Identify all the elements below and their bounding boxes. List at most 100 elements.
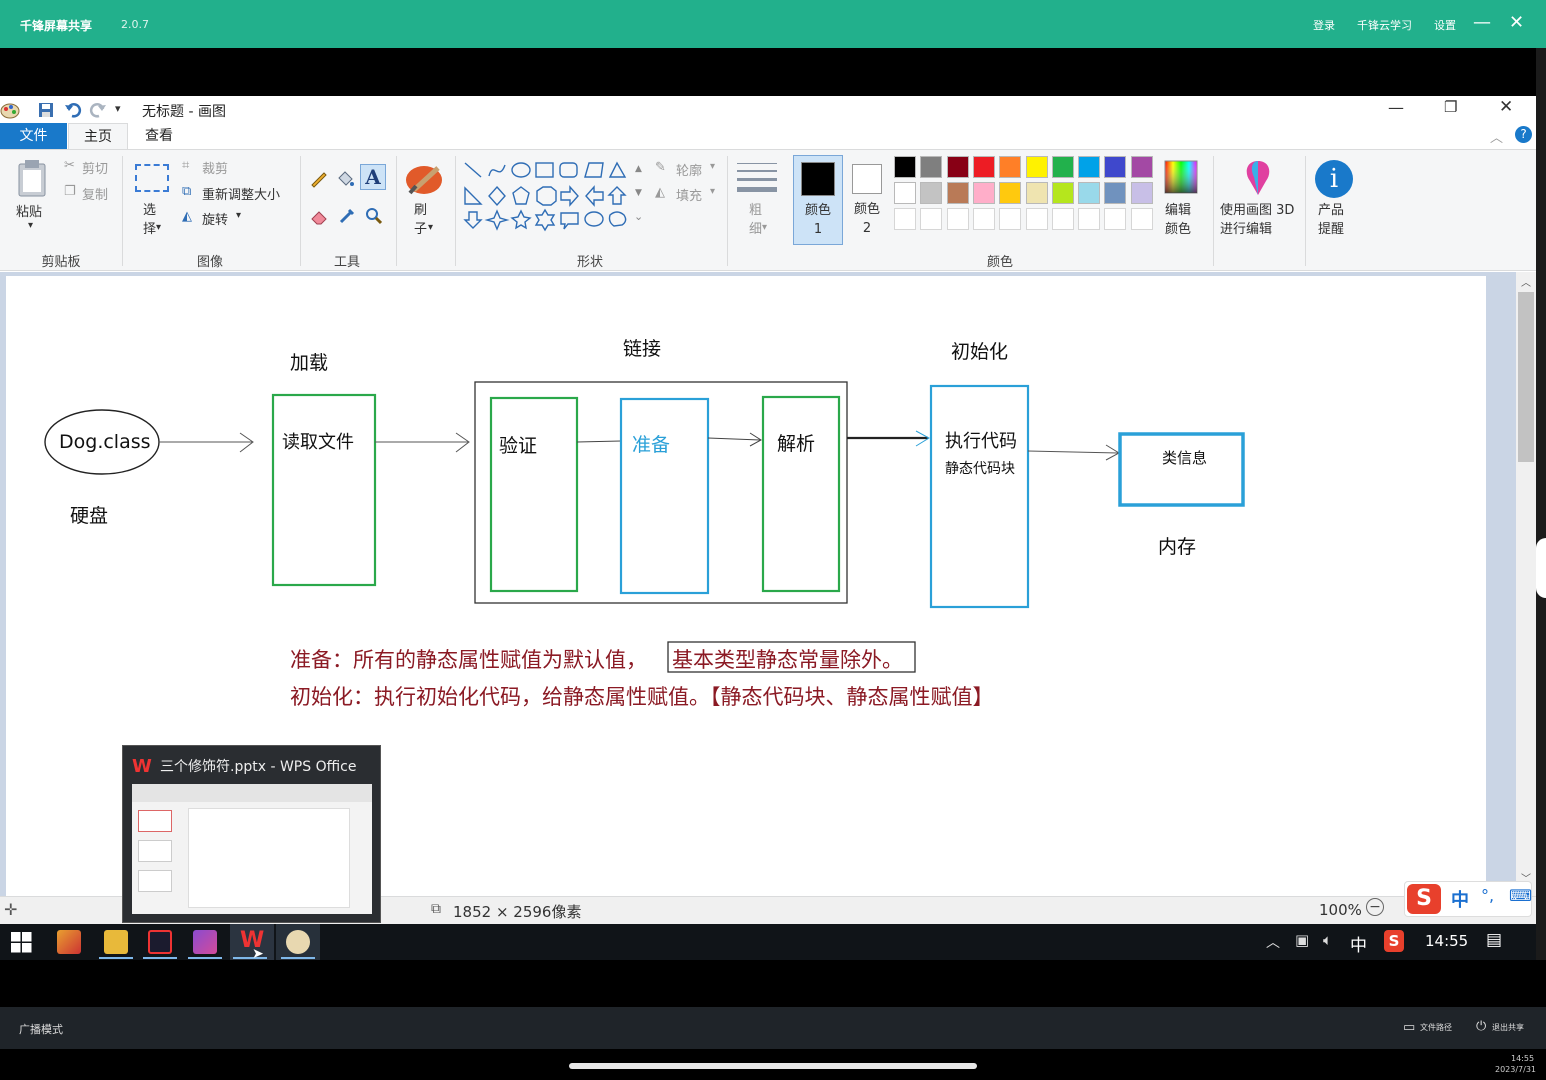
wps-preview-thumbnail[interactable]: W 三个修饰符.pptx - WPS Office — [122, 745, 381, 923]
color-swatch[interactable] — [946, 156, 969, 178]
side-panel-handle[interactable] — [1536, 538, 1546, 598]
pencil-icon[interactable] — [309, 168, 329, 188]
text-tool-icon[interactable]: A — [360, 164, 386, 190]
share-close-button[interactable]: ✕ — [1509, 12, 1524, 34]
brushes-icon[interactable] — [404, 160, 444, 196]
color-swatch[interactable] — [972, 156, 995, 178]
volume-icon[interactable]: 🔈︎ — [1323, 931, 1332, 949]
color-swatch[interactable] — [999, 208, 1022, 230]
color-swatch[interactable] — [972, 208, 995, 230]
copy-label[interactable]: 复制 — [82, 184, 108, 203]
size-icon[interactable] — [737, 162, 777, 194]
customize-qat-icon[interactable]: ▾ — [115, 102, 121, 115]
home-indicator[interactable] — [569, 1063, 977, 1069]
edit-colors-label[interactable]: 编辑颜色 — [1165, 201, 1197, 239]
color-swatch[interactable] — [946, 182, 969, 204]
ime-mode-label[interactable]: 中 — [1451, 886, 1469, 912]
color-picker-icon[interactable] — [337, 206, 357, 226]
ime-keyboard-icon[interactable]: ⌨ — [1509, 886, 1532, 905]
shapes-expand-icon[interactable]: ⌄ — [634, 210, 643, 223]
exit-share-label[interactable]: 退出共享 — [1492, 1022, 1524, 1033]
scrollbar-thumb[interactable] — [1518, 292, 1534, 462]
color-swatch[interactable] — [920, 182, 943, 204]
fill-dropdown-icon[interactable]: ▾ — [710, 186, 715, 197]
fill-bucket-icon[interactable] — [335, 168, 355, 188]
paste-dropdown-icon[interactable]: ▾ — [28, 220, 33, 231]
paint3d-label[interactable]: 使用画图 3D 进行编辑 — [1220, 201, 1300, 239]
ime-toolbar[interactable]: S 中 °, ⌨ — [1404, 881, 1532, 917]
paste-icon[interactable] — [16, 158, 48, 198]
color2-swatch[interactable] — [852, 164, 882, 194]
select-label[interactable]: 选择 — [143, 201, 159, 239]
scroll-up-icon[interactable]: ︿ — [1521, 274, 1531, 289]
tab-file[interactable]: 文件 — [0, 123, 67, 149]
login-link[interactable]: 登录 — [1313, 17, 1335, 33]
eraser-icon[interactable] — [309, 206, 329, 226]
info-icon[interactable]: i — [1315, 160, 1353, 198]
close-button[interactable]: ✕ — [1499, 97, 1513, 117]
clock-time[interactable]: 14:55 — [1425, 932, 1468, 950]
color-swatch[interactable] — [1078, 156, 1101, 178]
outline-dropdown-icon[interactable]: ▾ — [710, 161, 715, 172]
cloud-learning-link[interactable]: 千锋云学习 — [1357, 17, 1412, 33]
color-swatch[interactable] — [1104, 156, 1127, 178]
color-swatch[interactable] — [1104, 208, 1127, 230]
color-swatch[interactable] — [1051, 208, 1074, 230]
product-alert-label[interactable]: 产品提醒 — [1318, 201, 1350, 239]
redo-icon[interactable] — [89, 101, 107, 119]
intellij-idea-icon[interactable] — [148, 930, 172, 954]
color-swatch[interactable] — [1025, 208, 1048, 230]
app-taskbar-icon[interactable] — [57, 930, 81, 954]
outline-label[interactable]: 轮廓 — [676, 160, 702, 179]
resize-label[interactable]: 重新调整大小 — [202, 184, 280, 203]
shapes-gallery[interactable] — [462, 160, 632, 234]
cut-label[interactable]: 剪切 — [82, 158, 108, 177]
color-swatch[interactable] — [1130, 208, 1153, 230]
tray-sogou-icon[interactable]: S — [1384, 930, 1404, 952]
tab-view[interactable]: 查看 — [132, 123, 186, 149]
color-swatch[interactable] — [1025, 156, 1048, 178]
brushes-label[interactable]: 刷子 — [414, 201, 430, 239]
magnifier-icon[interactable] — [364, 206, 384, 226]
shapes-scroll-down-icon[interactable]: ▼ — [635, 188, 642, 198]
file-explorer-icon[interactable] — [104, 930, 128, 954]
color-swatch[interactable] — [1025, 182, 1048, 204]
paste-label[interactable]: 粘贴 — [16, 201, 42, 220]
crop-label[interactable]: 裁剪 — [202, 158, 228, 177]
color-swatch[interactable] — [999, 182, 1022, 204]
help-icon[interactable]: ? — [1515, 126, 1532, 143]
size-label[interactable]: 粗细 — [749, 201, 765, 239]
size-dropdown-icon[interactable]: ▾ — [762, 222, 767, 233]
rotate-label[interactable]: 旋转 — [202, 209, 228, 228]
save-icon[interactable] — [38, 102, 54, 118]
color-swatch[interactable] — [1078, 182, 1101, 204]
zoom-out-button[interactable]: − — [1366, 898, 1384, 916]
shapes-scroll-up-icon[interactable]: ▲ — [635, 164, 642, 174]
paint-taskbar-icon[interactable] — [286, 930, 310, 954]
settings-link[interactable]: 设置 — [1434, 17, 1456, 33]
color-swatch[interactable] — [972, 182, 995, 204]
ime-punctuation-icon[interactable]: °, — [1481, 886, 1494, 905]
brushes-dropdown-icon[interactable]: ▾ — [428, 222, 433, 233]
color-swatch[interactable] — [1051, 182, 1074, 204]
color-swatch[interactable] — [946, 208, 969, 230]
minimize-button[interactable]: — — [1388, 98, 1404, 117]
color2-label[interactable]: 颜色 2 — [848, 200, 886, 238]
paint3d-icon[interactable] — [1240, 159, 1276, 197]
undo-icon[interactable] — [64, 101, 82, 119]
tray-ime-label[interactable]: 中 — [1350, 931, 1367, 956]
tray-security-icon[interactable]: ▣ — [1295, 931, 1309, 949]
file-path-label[interactable]: 文件路径 — [1420, 1022, 1452, 1033]
tray-overflow-icon[interactable]: ︿ — [1266, 932, 1280, 952]
color-swatch[interactable] — [1078, 208, 1101, 230]
vertical-scrollbar[interactable]: ︿ ﹀ — [1516, 272, 1536, 896]
select-icon[interactable] — [135, 164, 169, 192]
color-swatch[interactable] — [894, 156, 916, 178]
notification-icon[interactable]: ▤ — [1486, 930, 1502, 950]
color1-button[interactable]: 颜色 1 — [793, 155, 843, 245]
fill-label[interactable]: 填充 — [676, 185, 702, 204]
restore-button[interactable]: ❐ — [1444, 98, 1457, 116]
tab-home[interactable]: 主页 — [68, 123, 128, 149]
rotate-dropdown-icon[interactable]: ▾ — [236, 210, 241, 221]
edit-colors-icon[interactable] — [1164, 160, 1198, 194]
